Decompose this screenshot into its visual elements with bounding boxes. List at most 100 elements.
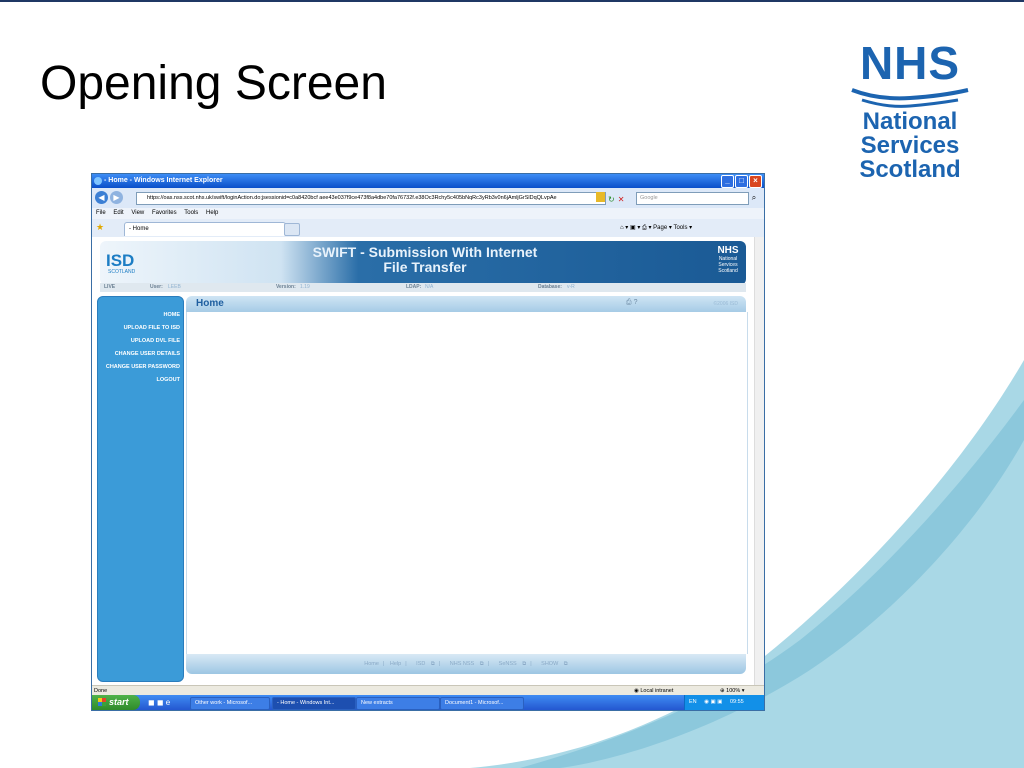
- tools-menu[interactable]: Tools ▾: [673, 225, 692, 231]
- forward-button[interactable]: ▶: [110, 191, 123, 204]
- copyright: ©2006 ISD: [713, 301, 738, 307]
- environment-label: LIVE: [104, 284, 116, 290]
- nhs-logo-subtitle: National Services Scotland: [840, 110, 980, 182]
- zoom-level: 100%: [726, 688, 741, 694]
- version-label: Version:: [276, 284, 296, 290]
- sidebar-item-change-user-details[interactable]: CHANGE USER DETAILS: [98, 348, 183, 361]
- ie-quick-launch-icon[interactable]: e: [166, 698, 170, 707]
- database-label: Database:: [538, 284, 562, 290]
- window-titlebar: - Home - Windows Internet Explorer _ □ ×: [92, 174, 764, 188]
- footer-link-help[interactable]: Help: [390, 661, 401, 667]
- menu-help[interactable]: Help: [206, 210, 218, 216]
- user-value: LEEB: [168, 284, 181, 290]
- nhs-logo-line1: National: [862, 108, 958, 135]
- sidebar-item-logout[interactable]: LOGOUT: [98, 374, 183, 387]
- nhs-logo: NHS National Services Scotland: [840, 40, 980, 190]
- refresh-icon[interactable]: ↻: [608, 195, 615, 204]
- ldap-label: LDAP:: [406, 284, 422, 290]
- footer-link-nhs-nss-label: NHS NSS: [449, 661, 475, 667]
- user-label: User:: [150, 284, 163, 290]
- swift-nhs-logo-text: NHS: [717, 245, 739, 256]
- quick-launch-icon[interactable]: ◼: [148, 698, 155, 707]
- page-content: ISD SCOTLAND SWIFT - Submission With Int…: [92, 237, 764, 685]
- footer-link-show-label: SHOW: [541, 661, 559, 667]
- footer-link-senss-label: SeNSS: [498, 661, 517, 667]
- page-menu-label: Page: [653, 225, 668, 231]
- nhs-logo-line3: Scotland: [859, 156, 961, 183]
- swift-nhs-line3: Scotland: [718, 268, 738, 274]
- quick-launch-icon[interactable]: ◼: [157, 698, 164, 707]
- menu-tools[interactable]: Tools: [184, 210, 198, 216]
- print-page-icon[interactable]: ⎙: [626, 299, 632, 306]
- back-button[interactable]: ◀: [95, 191, 108, 204]
- panel-title: Home: [196, 298, 224, 309]
- command-bar: ⌂ ▾ ▣ ▾ ⎙ ▾ Page ▾ Tools ▾: [620, 223, 692, 233]
- feeds-icon[interactable]: ▣ ▾: [630, 225, 640, 231]
- slide-title: Opening Screen: [40, 57, 387, 110]
- footer-link-senss[interactable]: SeNSS ⧉: [495, 661, 527, 667]
- tools-menu-label: Tools: [673, 225, 688, 231]
- footer-link-home[interactable]: Home: [364, 661, 379, 667]
- taskbar: start ◼ ◼ e Other work - Microsof... - H…: [92, 695, 764, 710]
- print-icon[interactable]: ⎙ ▾: [642, 225, 651, 231]
- menu-view[interactable]: View: [131, 210, 144, 216]
- footer-link-isd[interactable]: ISD ⧉: [412, 661, 435, 667]
- footer-link-nhs-nss[interactable]: NHS NSS ⧉: [446, 661, 484, 667]
- maximize-button[interactable]: □: [735, 175, 748, 188]
- browser-window: - Home - Windows Internet Explorer _ □ × ◀…: [91, 173, 765, 711]
- favorites-star-icon[interactable]: ★: [96, 222, 104, 233]
- window-title: - Home - Windows Internet Explorer: [104, 177, 223, 184]
- version-value: 1.19: [300, 284, 310, 290]
- sidebar-item-change-user-password[interactable]: CHANGE USER PASSWORD: [98, 361, 183, 374]
- taskbar-item-home-ie[interactable]: - Home - Windows Int...: [272, 697, 356, 710]
- sidebar-item-home[interactable]: HOME: [98, 309, 183, 322]
- search-icon[interactable]: ⌕: [748, 192, 760, 204]
- panel-icons: ⎙ ?: [626, 299, 637, 307]
- taskbar-item-new-extracts[interactable]: New extracts: [356, 697, 440, 710]
- panel-footer: Home | Help | ISD ⧉ | NHS NSS ⧉ | SeNSS ⧉ | S…: [186, 654, 746, 674]
- menu-edit[interactable]: Edit: [113, 210, 123, 216]
- database-value: v-R: [567, 284, 575, 290]
- quick-launch: ◼ ◼ e: [148, 698, 170, 707]
- footer-link-isd-label: ISD: [416, 661, 426, 667]
- help-icon[interactable]: ?: [634, 299, 638, 306]
- home-icon[interactable]: ⌂ ▾: [620, 225, 628, 231]
- address-bar: ◀ ▶ https://oas.nss.scot.nhs.uk/swift/lo…: [92, 188, 764, 208]
- url-input[interactable]: https://oas.nss.scot.nhs.uk/swift/loginA…: [136, 192, 606, 205]
- security-zone-label: Local intranet: [640, 688, 674, 694]
- sidebar-item-upload-dvl-file[interactable]: UPLOAD DVL FILE: [98, 335, 183, 348]
- panel-header: Home ⎙ ? ©2006 ISD: [186, 296, 746, 312]
- ldap-value: N/A: [425, 284, 434, 290]
- menu-file[interactable]: File: [96, 210, 106, 216]
- start-button[interactable]: start: [92, 695, 140, 710]
- page-scrollbar[interactable]: [754, 237, 764, 685]
- ie-icon: [94, 177, 102, 185]
- sidebar-item-upload-file-to-isd[interactable]: UPLOAD FILE TO ISD: [98, 322, 183, 335]
- swift-title: SWIFT - Submission With Internet File Tr…: [260, 245, 590, 275]
- clock: 09:55: [729, 699, 744, 705]
- panel-body: [186, 312, 748, 654]
- windows-logo-icon: [98, 698, 106, 706]
- menu-favorites[interactable]: Favorites: [152, 210, 177, 216]
- tray-icons[interactable]: ◉ ▣ ▣: [704, 699, 722, 705]
- footer-link-show[interactable]: SHOW ⧉: [537, 661, 568, 667]
- tab-home[interactable]: - Home: [124, 222, 286, 236]
- language-indicator[interactable]: EN: [689, 699, 697, 705]
- minimize-button[interactable]: _: [721, 175, 734, 188]
- stop-icon[interactable]: ✕: [618, 195, 625, 204]
- session-info-bar: LIVE User: LEEB Version: 1.19 LDAP: N/A …: [100, 283, 746, 292]
- taskbar-item-other-work[interactable]: Other work - Microsof...: [190, 697, 270, 710]
- new-tab-button[interactable]: [284, 223, 300, 236]
- search-input[interactable]: Google: [636, 192, 749, 205]
- swift-header: ISD SCOTLAND SWIFT - Submission With Int…: [100, 241, 746, 285]
- lock-icon[interactable]: [596, 192, 605, 202]
- nhs-logo-line2: Services: [860, 132, 960, 159]
- tab-row: ★ - Home ⌂ ▾ ▣ ▾ ⎙ ▾ Page ▾ Tools ▾: [92, 219, 764, 238]
- start-label: start: [109, 697, 129, 707]
- isd-logo-subtitle: SCOTLAND: [108, 269, 136, 275]
- swift-sidebar: HOME UPLOAD FILE TO ISD UPLOAD DVL FILE …: [97, 296, 184, 682]
- swift-nhs-logo: NHS National Services Scotland: [714, 245, 742, 274]
- close-button[interactable]: ×: [749, 175, 762, 188]
- page-menu[interactable]: Page ▾: [653, 225, 672, 231]
- taskbar-item-document1[interactable]: Document1 - Microsof...: [440, 697, 524, 710]
